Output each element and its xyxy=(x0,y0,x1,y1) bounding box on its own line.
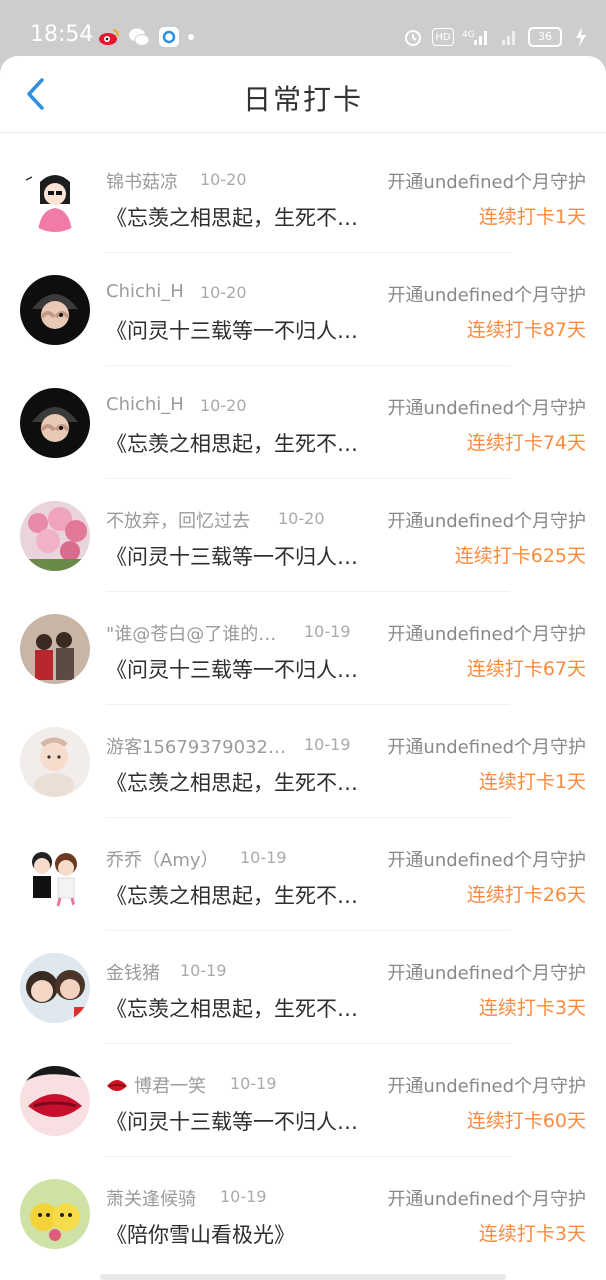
notification-icons xyxy=(98,26,194,48)
checkin-row[interactable]: 萧关逢候骑 10-19 开通undefined个月守护 《陪你雪山看极光》 连续… xyxy=(0,1157,606,1270)
checkin-list: 锦书菇凉 10-20 开通undefined个月守护 《忘羡之相思起，生死不… … xyxy=(0,140,606,1270)
avatar[interactable] xyxy=(20,727,90,797)
book-title[interactable]: 《忘羡之相思起，生死不… xyxy=(106,993,376,1023)
streak-text: 连续打卡1天 xyxy=(478,206,586,228)
streak-text: 连续打卡1天 xyxy=(478,771,586,793)
checkin-date: 10-19 xyxy=(230,1074,277,1093)
book-title[interactable]: 《忘羡之相思起，生死不… xyxy=(106,202,376,232)
4g-signal-icon: 4G xyxy=(462,26,490,48)
streak-text: 连续打卡60天 xyxy=(466,1110,586,1132)
battery-icon: 36 xyxy=(528,27,562,47)
streak-text: 连续打卡26天 xyxy=(466,884,586,906)
checkin-row[interactable]: Chichi_H 10-20 开通undefined个月守护 《问灵十三载等一不… xyxy=(0,253,606,366)
guard-text: 开通undefined个月守护 xyxy=(387,737,586,758)
guard-text: 开通undefined个月守护 xyxy=(387,624,586,645)
lips-emoji-icon xyxy=(107,1080,127,1091)
guard-text: 开通undefined个月守护 xyxy=(387,1189,586,1210)
guard-text: 开通undefined个月守护 xyxy=(387,850,586,871)
streak-text: 连续打卡87天 xyxy=(466,319,586,341)
checkin-date: 10-20 xyxy=(200,283,247,302)
streak-text: 连续打卡74天 xyxy=(466,432,586,454)
user-name[interactable]: 金钱猪 xyxy=(106,959,160,985)
book-title[interactable]: 《忘羡之相思起，生死不… xyxy=(106,767,376,797)
checkin-date: 10-19 xyxy=(240,848,287,867)
scroll-indicator xyxy=(100,1274,506,1280)
guard-text: 开通undefined个月守护 xyxy=(387,398,586,419)
svg-text:4G: 4G xyxy=(462,30,475,40)
signal-icon xyxy=(498,26,520,48)
avatar[interactable] xyxy=(20,1179,90,1249)
system-icons: HD 4G 36 xyxy=(402,26,592,48)
checkin-row[interactable]: 博君一笑 10-19 开通undefined个月守护 《问灵十三载等一不归人… … xyxy=(0,1044,606,1157)
user-name[interactable]: 不放弃，回忆过去 xyxy=(106,507,250,533)
alarm-icon xyxy=(402,26,424,48)
streak-text: 连续打卡625天 xyxy=(454,545,586,567)
streak-text: 连续打卡67天 xyxy=(466,658,586,680)
streak-text: 连续打卡3天 xyxy=(478,1223,586,1245)
avatar[interactable] xyxy=(20,501,90,571)
book-title[interactable]: 《陪你雪山看极光》 xyxy=(106,1219,376,1249)
checkin-date: 10-19 xyxy=(304,622,351,641)
weibo-icon xyxy=(98,26,120,48)
checkin-date: 10-20 xyxy=(200,170,247,189)
guard-text: 开通undefined个月守护 xyxy=(387,285,586,306)
user-name[interactable]: 博君一笑 xyxy=(106,1072,206,1098)
avatar[interactable] xyxy=(20,275,90,345)
book-title[interactable]: 《忘羡之相思起，生死不… xyxy=(106,428,376,458)
user-name[interactable]: 乔乔（Amy） xyxy=(106,846,219,872)
app-header: 日常打卡 xyxy=(0,56,606,133)
checkin-date: 10-20 xyxy=(278,509,325,528)
user-name[interactable]: "谁@苍白@了谁的… xyxy=(106,620,276,646)
user-name[interactable]: 锦书菇凉 xyxy=(106,168,178,194)
app-icon xyxy=(158,26,180,48)
checkin-row[interactable]: 锦书菇凉 10-20 开通undefined个月守护 《忘羡之相思起，生死不… … xyxy=(0,140,606,253)
user-name[interactable]: Chichi_H xyxy=(106,281,184,302)
checkin-date: 10-20 xyxy=(200,396,247,415)
avatar[interactable] xyxy=(20,388,90,458)
avatar[interactable] xyxy=(20,1066,90,1136)
avatar[interactable] xyxy=(20,162,90,232)
wechat-icon xyxy=(128,26,150,48)
avatar[interactable] xyxy=(20,840,90,910)
guard-text: 开通undefined个月守护 xyxy=(387,963,586,984)
checkin-row[interactable]: 游客15679379032… 10-19 开通undefined个月守护 《忘羡… xyxy=(0,705,606,818)
user-name[interactable]: Chichi_H xyxy=(106,394,184,415)
page-title: 日常打卡 xyxy=(242,83,363,116)
guard-text: 开通undefined个月守护 xyxy=(387,1076,586,1097)
checkin-date: 10-19 xyxy=(220,1187,267,1206)
more-notifications-dot xyxy=(188,34,194,40)
book-title[interactable]: 《问灵十三载等一不归人… xyxy=(106,654,376,684)
guard-text: 开通undefined个月守护 xyxy=(387,172,586,193)
user-name[interactable]: 萧关逢候骑 xyxy=(106,1185,196,1211)
charging-icon xyxy=(570,26,592,48)
book-title[interactable]: 《问灵十三载等一不归人… xyxy=(106,1106,376,1136)
checkin-row[interactable]: Chichi_H 10-20 开通undefined个月守护 《忘羡之相思起，生… xyxy=(0,366,606,479)
guard-text: 开通undefined个月守护 xyxy=(387,511,586,532)
avatar[interactable] xyxy=(20,953,90,1023)
streak-text: 连续打卡3天 xyxy=(478,997,586,1019)
checkin-row[interactable]: 金钱猪 10-19 开通undefined个月守护 《忘羡之相思起，生死不… 连… xyxy=(0,931,606,1044)
checkin-date: 10-19 xyxy=(304,735,351,754)
book-title[interactable]: 《问灵十三载等一不归人… xyxy=(106,315,376,345)
book-title[interactable]: 《忘羡之相思起，生死不… xyxy=(106,880,376,910)
book-title[interactable]: 《问灵十三载等一不归人… xyxy=(106,541,376,571)
checkin-date: 10-19 xyxy=(180,961,227,980)
checkin-row[interactable]: 不放弃，回忆过去 10-20 开通undefined个月守护 《问灵十三载等一不… xyxy=(0,479,606,592)
user-name[interactable]: 游客15679379032… xyxy=(106,733,286,759)
user-name-text: 博君一笑 xyxy=(134,1076,206,1097)
hd-icon: HD xyxy=(432,28,454,46)
checkin-row[interactable]: 乔乔（Amy） 10-19 开通undefined个月守护 《忘羡之相思起，生死… xyxy=(0,818,606,931)
checkin-row[interactable]: "谁@苍白@了谁的… 10-19 开通undefined个月守护 《问灵十三载等… xyxy=(0,592,606,705)
status-time: 18:54 xyxy=(30,22,94,47)
avatar[interactable] xyxy=(20,614,90,684)
